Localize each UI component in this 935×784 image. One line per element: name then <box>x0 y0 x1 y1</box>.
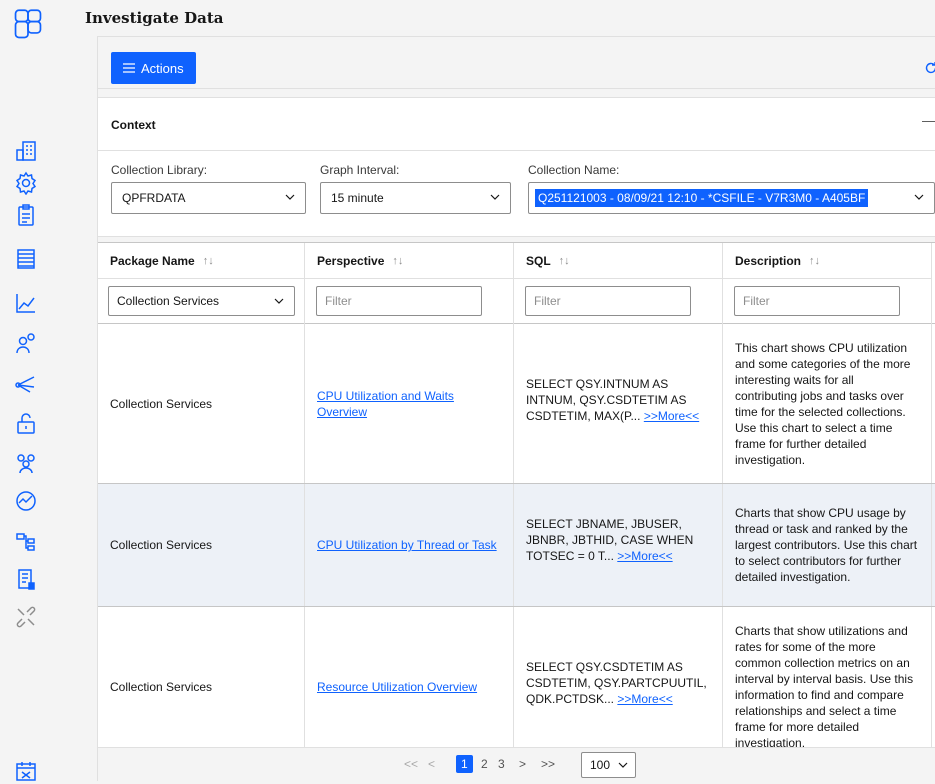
context-section: Context — Collection Library: QPFRDATA G… <box>98 97 935 237</box>
filter-row: Collection Services Filter Filter Filter <box>98 279 935 324</box>
package-cell: Collection Services <box>98 324 305 483</box>
graph-interval-label: Graph Interval: <box>320 163 400 177</box>
clipboard-icon[interactable] <box>13 202 39 228</box>
column-header-package[interactable]: Package Name ↑↓ <box>98 243 305 279</box>
perspective-cell: CPU Utilization by Thread or Task <box>305 484 514 606</box>
perspective-cell: Resource Utilization Overview <box>305 607 514 747</box>
chevron-down-icon <box>274 298 284 304</box>
sql-cell: SELECT JBNAME, JBUSER, JBNBR, JBTHID, CA… <box>514 484 723 606</box>
column-header-sql[interactable]: SQL ↑↓ <box>514 243 723 279</box>
next-page-button[interactable]: > <box>519 757 526 771</box>
context-heading: Context <box>111 118 156 132</box>
collection-library-value: QPFRDATA <box>122 191 186 205</box>
network-icon[interactable] <box>13 370 39 396</box>
perspective-link[interactable]: CPU Utilization and Waits Overview <box>317 388 501 420</box>
app-logo-icon[interactable] <box>13 8 43 42</box>
description-cell: Charts that show CPU usage by thread or … <box>723 484 932 606</box>
settings-icon[interactable] <box>13 170 39 196</box>
page-size-select[interactable]: 100 <box>581 752 636 778</box>
performance-gauge-icon[interactable] <box>13 488 39 514</box>
table-row[interactable]: Collection Services CPU Utilization and … <box>98 324 935 484</box>
page-1-button[interactable]: 1 <box>456 755 473 773</box>
perspectives-table: Package Name ↑↓ Perspective ↑↓ SQL ↑↓ De… <box>98 242 935 747</box>
chevron-down-icon <box>490 194 500 200</box>
filter-cell: Filter <box>305 279 514 324</box>
actions-label: Actions <box>141 60 184 76</box>
sql-cell: SELECT QSY.CSDTETIM AS CSDTETIM, QSY.PAR… <box>514 607 723 747</box>
refresh-icon[interactable] <box>924 61 935 75</box>
column-header-perspective[interactable]: Perspective ↑↓ <box>305 243 514 279</box>
perspective-link[interactable]: Resource Utilization Overview <box>317 679 477 695</box>
filter-cell: Filter <box>514 279 723 324</box>
package-cell: Collection Services <box>98 484 305 606</box>
collection-name-value: Q251121003 - 08/09/21 12:10 - *CSFILE - … <box>535 189 869 207</box>
collapse-icon[interactable]: — <box>922 112 935 128</box>
sort-icon[interactable]: ↑↓ <box>559 255 570 267</box>
investigate-panel: Actions Context — Collection Library: QP… <box>97 36 935 782</box>
unlock-icon[interactable] <box>13 410 39 436</box>
divider <box>98 150 935 151</box>
sort-icon[interactable]: ↑↓ <box>392 255 403 267</box>
filter-cell: Collection Services <box>98 279 305 324</box>
description-cell: Charts that show utilizations and rates … <box>723 607 932 747</box>
package-filter-select[interactable]: Collection Services <box>108 286 295 316</box>
collection-name-select[interactable]: Q251121003 - 08/09/21 12:10 - *CSFILE - … <box>528 182 935 214</box>
first-page-button[interactable]: << <box>404 757 418 771</box>
chevron-down-icon <box>618 762 628 768</box>
sql-filter-input[interactable]: Filter <box>525 286 691 316</box>
report-icon[interactable] <box>13 566 39 592</box>
calendar-icon[interactable] <box>13 758 39 784</box>
last-page-button[interactable]: >> <box>541 757 555 771</box>
main-area: Investigate Data Actions Context — Colle… <box>77 0 935 782</box>
more-link[interactable]: >>More<< <box>617 549 672 563</box>
page-size-value: 100 <box>590 758 611 772</box>
building-icon[interactable] <box>13 138 39 164</box>
sort-icon[interactable]: ↑↓ <box>203 255 214 267</box>
collection-name-label: Collection Name: <box>528 163 620 177</box>
line-chart-icon[interactable] <box>13 290 39 316</box>
graph-interval-select[interactable]: 15 minute <box>320 182 511 214</box>
perspective-filter-input[interactable]: Filter <box>316 286 482 316</box>
table-row[interactable]: Collection Services Resource Utilization… <box>98 607 935 747</box>
perspective-link[interactable]: CPU Utilization by Thread or Task <box>317 537 497 553</box>
sql-cell: SELECT QSY.INTNUM AS INTNUM, QSY.CSDTETI… <box>514 324 723 483</box>
description-filter-input[interactable]: Filter <box>734 286 900 316</box>
graph-interval-value: 15 minute <box>331 191 384 205</box>
chevron-down-icon <box>285 194 295 200</box>
page-title: Investigate Data <box>85 9 224 27</box>
database-table-icon[interactable] <box>13 246 39 272</box>
sort-icon[interactable]: ↑↓ <box>809 255 820 267</box>
more-link[interactable]: >>More<< <box>644 409 699 423</box>
actions-toolbar: Actions <box>98 37 935 89</box>
column-header-label: Description <box>735 253 802 268</box>
page-2-button[interactable]: 2 <box>481 757 488 771</box>
left-sidebar <box>0 0 77 781</box>
filter-cell: Filter <box>723 279 932 324</box>
pagination: << < 1 2 3 > >> 100 <box>98 747 935 782</box>
tools-icon[interactable] <box>13 604 39 630</box>
collection-library-select[interactable]: QPFRDATA <box>111 182 306 214</box>
menu-icon <box>123 63 135 73</box>
chevron-down-icon <box>914 194 924 200</box>
collection-library-label: Collection Library: <box>111 163 208 177</box>
package-filter-value: Collection Services <box>117 294 220 308</box>
package-cell: Collection Services <box>98 607 305 747</box>
hierarchy-icon[interactable] <box>13 528 39 554</box>
actions-button[interactable]: Actions <box>111 52 196 84</box>
description-cell: This chart shows CPU utilization and som… <box>723 324 932 483</box>
page-3-button[interactable]: 3 <box>498 757 505 771</box>
column-header-label: SQL <box>526 253 551 268</box>
table-row[interactable]: Collection Services CPU Utilization by T… <box>98 484 935 607</box>
prev-page-button[interactable]: < <box>428 757 435 771</box>
group-icon[interactable] <box>13 450 39 476</box>
perspective-cell: CPU Utilization and Waits Overview <box>305 324 514 483</box>
column-header-label: Package Name <box>110 253 195 268</box>
more-link[interactable]: >>More<< <box>617 692 672 706</box>
user-settings-icon[interactable] <box>13 330 39 356</box>
column-header-label: Perspective <box>317 253 385 268</box>
column-header-description[interactable]: Description ↑↓ <box>723 243 932 279</box>
